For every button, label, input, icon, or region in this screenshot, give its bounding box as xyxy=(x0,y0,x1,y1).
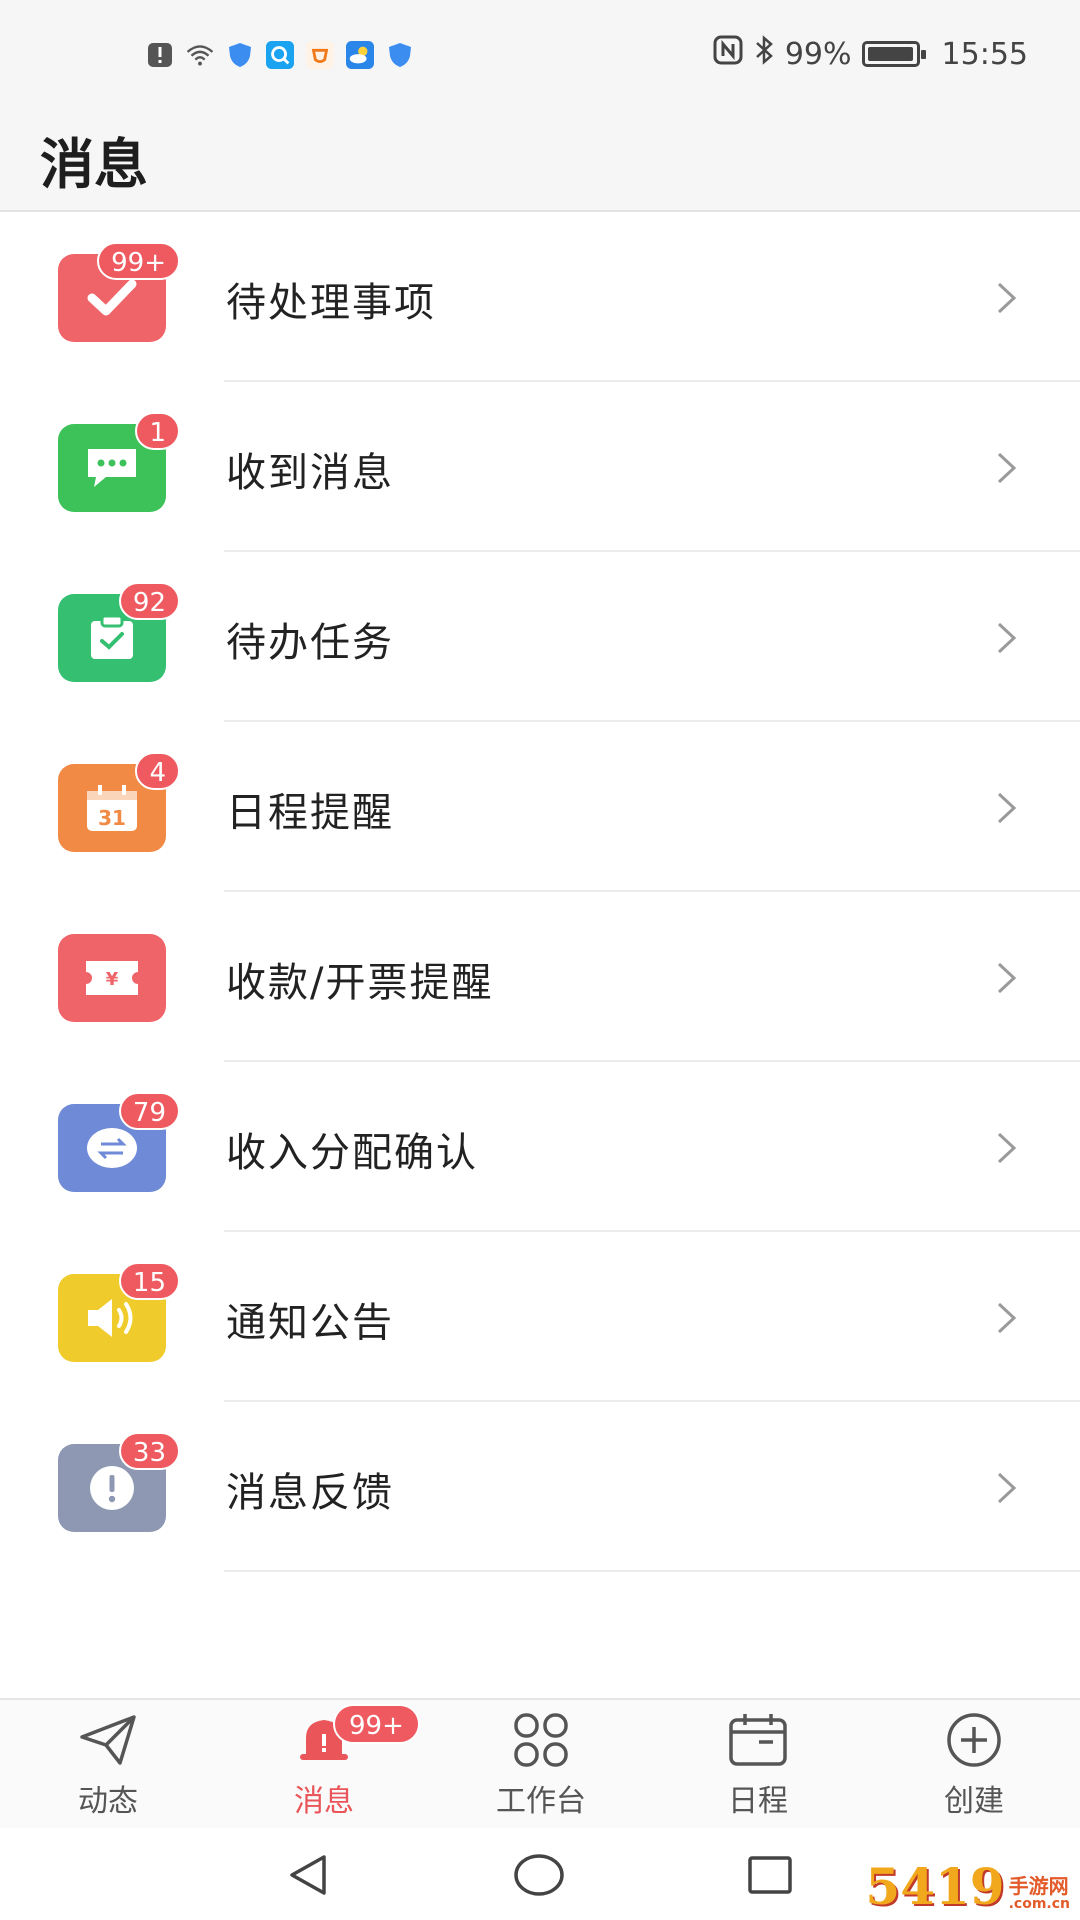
bottom-tab-bar: 动态 99+ 消息 工作台 日程 创建 xyxy=(0,1698,1080,1828)
item-icon-tile: 15 xyxy=(58,1262,180,1362)
message-category-list: 99+ 待处理事项 1 收到消息 92 待办任务 31 4 日程提醒 ¥ 收款/… xyxy=(0,212,1080,1572)
battery-fill xyxy=(867,47,914,61)
list-item-pending-items[interactable]: 99+ 待处理事项 xyxy=(0,212,1080,382)
exchange-icon xyxy=(87,1128,137,1168)
list-item-payment-invoice-reminders[interactable]: ¥ 收款/开票提醒 xyxy=(0,892,1080,1062)
divider xyxy=(224,1570,1080,1572)
unread-badge: 92 xyxy=(118,582,180,620)
watermark-logo: 5419 手游网 .com.cn xyxy=(865,1862,1070,1912)
nfc-icon xyxy=(713,35,743,73)
calendar-icon xyxy=(725,1710,791,1770)
watermark-main: 5419 xyxy=(865,1857,1005,1916)
clipboard-check-icon xyxy=(91,614,133,659)
weather-app-icon xyxy=(346,41,374,69)
yen-ticket-icon: ¥ xyxy=(86,961,138,995)
tab-label: 创建 xyxy=(944,1784,1004,1819)
notification-icons xyxy=(146,36,414,74)
item-icon-tile: 92 xyxy=(58,582,180,682)
unread-badge: 4 xyxy=(135,752,180,790)
chevron-right-icon xyxy=(997,1472,1017,1504)
chevron-right-icon xyxy=(997,452,1017,484)
svg-text:¥: ¥ xyxy=(106,969,119,990)
chevron-right-icon xyxy=(997,622,1017,654)
system-status: 99% 15:55 xyxy=(713,34,1028,74)
home-icon[interactable] xyxy=(511,1850,567,1900)
chevron-right-icon xyxy=(997,1132,1017,1164)
watermark-side-top: 手游网 xyxy=(1008,1873,1069,1898)
tab-label: 日程 xyxy=(728,1784,788,1819)
item-label: 待办任务 xyxy=(226,620,394,666)
item-label: 通知公告 xyxy=(226,1300,394,1346)
list-item-income-allocation[interactable]: 79 收入分配确认 xyxy=(0,1062,1080,1232)
back-icon[interactable] xyxy=(280,1850,336,1900)
chat-bubble-icon xyxy=(88,449,136,487)
unread-badge: 1 xyxy=(135,412,180,450)
chevron-right-icon xyxy=(997,1302,1017,1334)
list-item-message-feedback[interactable]: 33 消息反馈 xyxy=(0,1402,1080,1572)
clock: 15:55 xyxy=(941,36,1028,72)
item-icon-tile: 79 xyxy=(58,1092,180,1192)
unread-badge: 99+ xyxy=(333,1704,420,1744)
status-bar: 99% 15:55 xyxy=(0,0,1080,108)
chevron-right-icon xyxy=(997,962,1017,994)
checkmark-icon xyxy=(87,279,137,316)
bell-icon: 99+ xyxy=(291,1704,420,1770)
item-label: 日程提醒 xyxy=(226,790,394,836)
watermark-side-bottom: .com.cn xyxy=(1008,1895,1070,1912)
unread-badge: 79 xyxy=(118,1092,180,1130)
orange-app-icon xyxy=(306,41,334,69)
svg-text:31: 31 xyxy=(98,806,126,830)
tab-label: 消息 xyxy=(294,1784,354,1819)
item-label: 待处理事项 xyxy=(226,280,436,326)
grid-icon xyxy=(508,1710,574,1770)
watermark-side: 手游网 .com.cn xyxy=(1009,1875,1070,1912)
alert-icon xyxy=(146,41,174,69)
list-item-todo-tasks[interactable]: 92 待办任务 xyxy=(0,552,1080,722)
item-label: 收入分配确认 xyxy=(226,1130,478,1176)
tab-feed[interactable]: 动态 xyxy=(33,1710,183,1830)
tab-create[interactable]: 创建 xyxy=(899,1710,1049,1830)
unread-badge: 33 xyxy=(118,1432,180,1470)
speaker-icon xyxy=(88,1299,133,1337)
item-label: 消息反馈 xyxy=(226,1470,394,1516)
tab-messages[interactable]: 99+ 消息 xyxy=(249,1704,420,1830)
item-icon-tile: ¥ xyxy=(58,934,166,1022)
item-icon-tile: 99+ xyxy=(58,242,180,342)
search-app-icon xyxy=(266,41,294,69)
calendar-31-icon: 31 xyxy=(87,785,137,831)
battery-icon xyxy=(861,41,926,67)
item-label: 收款/开票提醒 xyxy=(226,960,494,1006)
page-title: 消息 xyxy=(40,133,148,196)
plus-circle-icon xyxy=(941,1710,1007,1770)
bluetooth-icon xyxy=(753,35,775,73)
item-icon-tile: 1 xyxy=(58,412,180,512)
wifi-icon xyxy=(186,41,214,69)
item-icon-tile: 33 xyxy=(58,1432,180,1532)
shield-icon xyxy=(226,41,254,69)
tab-label: 动态 xyxy=(78,1784,138,1819)
paper-plane-icon xyxy=(75,1710,141,1770)
chevron-right-icon xyxy=(997,792,1017,824)
tab-workbench[interactable]: 工作台 xyxy=(466,1710,616,1830)
list-item-received-messages[interactable]: 1 收到消息 xyxy=(0,382,1080,552)
list-item-schedule-reminders[interactable]: 31 4 日程提醒 xyxy=(0,722,1080,892)
list-item-announcements[interactable]: 15 通知公告 xyxy=(0,1232,1080,1402)
item-icon-tile: 31 4 xyxy=(58,752,180,852)
unread-badge: 99+ xyxy=(97,242,180,280)
exclamation-icon xyxy=(90,1466,134,1510)
system-navigation-bar: 5419 手游网 .com.cn xyxy=(0,1828,1080,1920)
recents-icon[interactable] xyxy=(742,1850,798,1900)
battery-percent: 99% xyxy=(784,36,852,72)
shield-icon xyxy=(386,41,414,69)
page-header: 消息 xyxy=(0,108,1080,212)
item-label: 收到消息 xyxy=(226,450,394,496)
chevron-right-icon xyxy=(997,282,1017,314)
unread-badge: 15 xyxy=(118,1262,180,1300)
tab-schedule[interactable]: 日程 xyxy=(683,1710,833,1830)
tab-label: 工作台 xyxy=(496,1784,586,1819)
